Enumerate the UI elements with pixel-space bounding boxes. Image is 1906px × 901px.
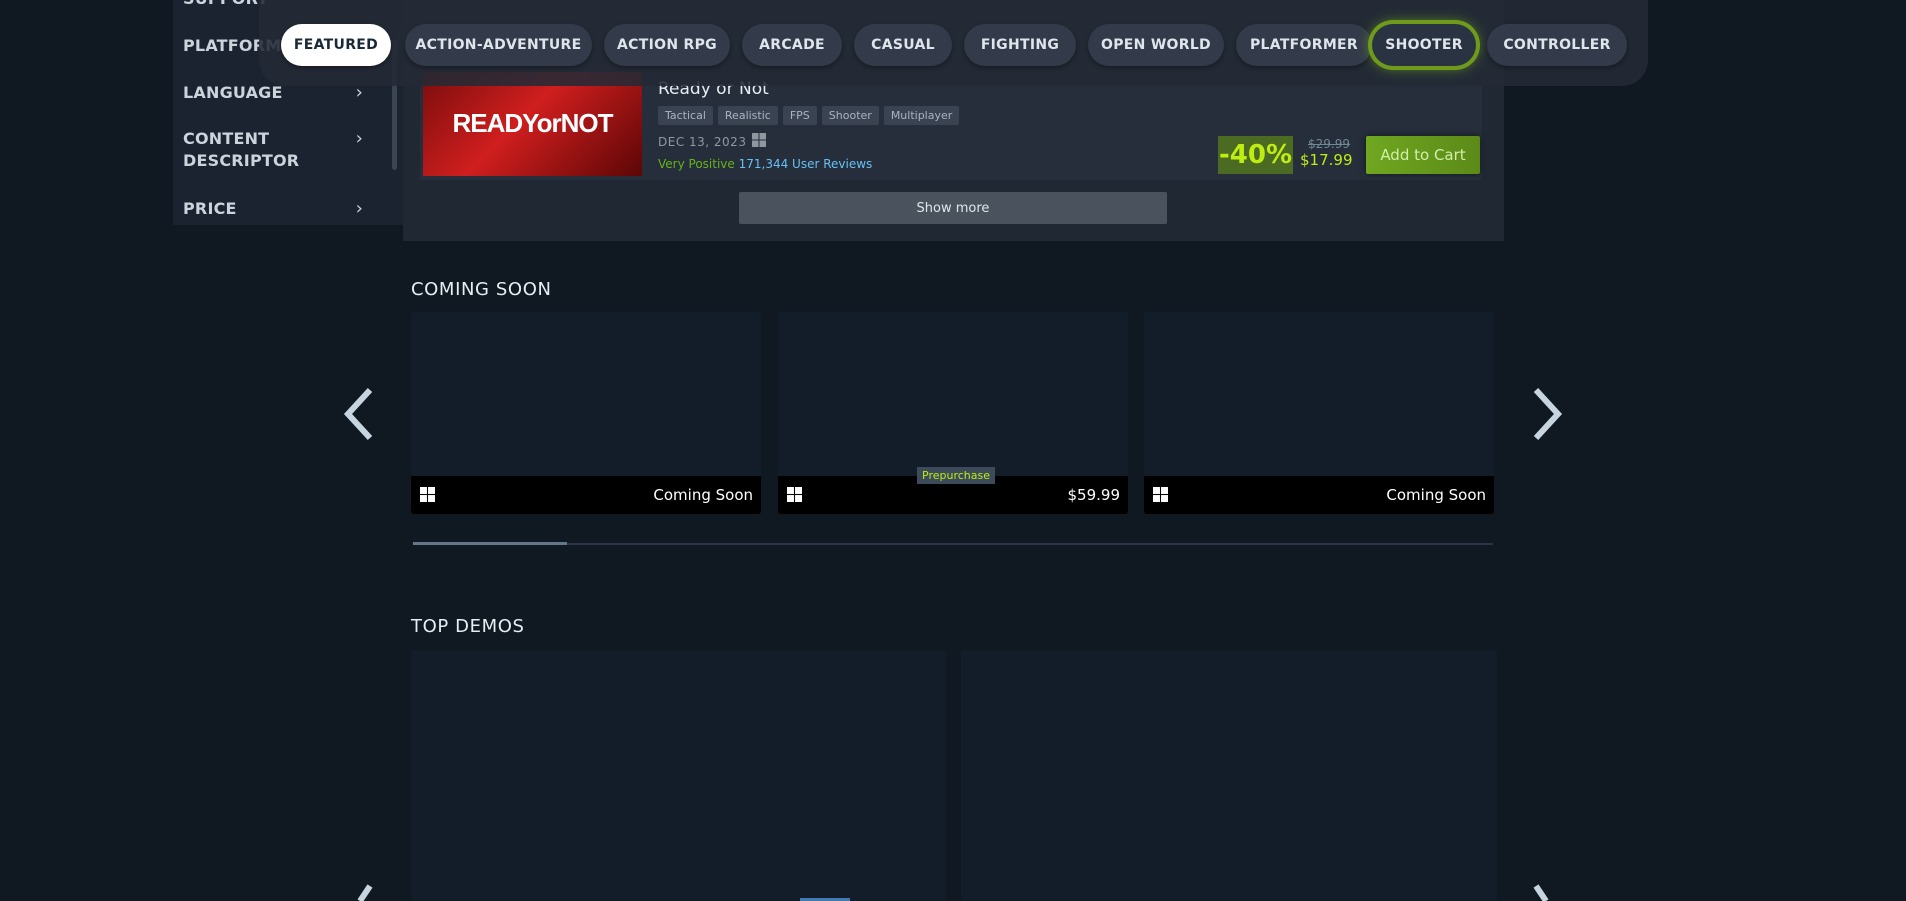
demo-card[interactable] bbox=[411, 650, 946, 901]
demos-prev-arrow-icon[interactable] bbox=[340, 880, 380, 901]
sidebar-item-price[interactable]: PRICE › bbox=[183, 198, 363, 220]
game-tags: Tactical Realistic FPS Shooter Multiplay… bbox=[658, 106, 960, 125]
tab-platformer[interactable]: PLATFORMER bbox=[1236, 24, 1372, 66]
coming-soon-title: COMING SOON bbox=[411, 279, 552, 300]
tab-action-adventure[interactable]: ACTION-ADVENTURE bbox=[405, 24, 592, 66]
demos-next-arrow-icon[interactable] bbox=[1526, 880, 1566, 901]
card-footer: Coming Soon bbox=[411, 476, 761, 514]
carousel-progress-track[interactable] bbox=[413, 543, 1493, 545]
tab-featured[interactable]: FEATURED bbox=[281, 24, 391, 66]
review-rating: Very Positive bbox=[658, 157, 735, 171]
demo-card[interactable] bbox=[961, 650, 1497, 901]
sidebar-item-label: PRICE bbox=[183, 199, 237, 218]
release-date: DEC 13, 2023 bbox=[658, 135, 747, 149]
coming-soon-card[interactable]: Coming Soon bbox=[411, 312, 761, 514]
game-tag[interactable]: Shooter bbox=[821, 106, 879, 125]
review-count: 171,344 User Reviews bbox=[738, 157, 873, 171]
final-price: $17.99 bbox=[1300, 151, 1353, 169]
prepurchase-badge: Prepurchase bbox=[917, 467, 995, 484]
game-thumbnail[interactable]: READYorNOT bbox=[423, 72, 642, 176]
add-to-cart-button[interactable]: Add to Cart bbox=[1366, 136, 1480, 174]
card-price: Coming Soon bbox=[653, 486, 753, 504]
windows-icon bbox=[420, 487, 435, 502]
windows-icon bbox=[787, 487, 802, 502]
tab-action-rpg[interactable]: ACTION RPG bbox=[604, 24, 730, 66]
tab-casual[interactable]: CASUAL bbox=[854, 24, 952, 66]
game-tag[interactable]: FPS bbox=[782, 106, 817, 125]
game-tag[interactable]: Tactical bbox=[658, 106, 713, 125]
carousel-progress-thumb[interactable] bbox=[413, 542, 567, 545]
tab-shooter[interactable]: SHOOTER bbox=[1372, 24, 1476, 66]
card-price: Coming Soon bbox=[1386, 486, 1486, 504]
game-thumbnail-logo: READYorNOT bbox=[452, 108, 614, 138]
windows-icon bbox=[752, 133, 766, 147]
sidebar-item-label: SUPPORT bbox=[183, 0, 269, 8]
carousel-prev-arrow-icon[interactable] bbox=[340, 384, 380, 444]
sidebar-item-content-descriptor[interactable]: CONTENT DESCRIPTOR › bbox=[183, 128, 363, 172]
review-summary: Very Positive 171,344 User Reviews bbox=[658, 157, 872, 171]
coming-soon-card[interactable]: Coming Soon bbox=[1144, 312, 1494, 514]
tab-fighting[interactable]: FIGHTING bbox=[964, 24, 1076, 66]
discount-badge: -40% bbox=[1218, 136, 1293, 174]
windows-icon bbox=[1153, 487, 1168, 502]
card-footer: Coming Soon bbox=[1144, 476, 1494, 514]
card-price: $59.99 bbox=[1067, 486, 1121, 504]
original-price: $29.99 bbox=[1308, 137, 1350, 151]
chevron-right-icon: › bbox=[355, 128, 363, 149]
show-more-button[interactable]: Show more bbox=[739, 192, 1167, 224]
game-tag[interactable]: Realistic bbox=[717, 106, 778, 125]
genre-tag-bar: FEATURED ACTION-ADVENTURE ACTION RPG ARC… bbox=[259, 0, 1648, 86]
carousel-next-arrow-icon[interactable] bbox=[1526, 384, 1566, 444]
tab-arcade[interactable]: ARCADE bbox=[742, 24, 842, 66]
top-demos-title: TOP DEMOS bbox=[411, 616, 525, 637]
game-tag[interactable]: Multiplayer bbox=[883, 106, 960, 125]
tab-open-world[interactable]: OPEN WORLD bbox=[1088, 24, 1224, 66]
sidebar-item-label: LANGUAGE bbox=[183, 83, 283, 102]
chevron-right-icon: › bbox=[355, 198, 363, 219]
sidebar-item-label: CONTENT DESCRIPTOR bbox=[183, 129, 300, 170]
tab-controller[interactable]: CONTROLLER bbox=[1487, 24, 1627, 66]
